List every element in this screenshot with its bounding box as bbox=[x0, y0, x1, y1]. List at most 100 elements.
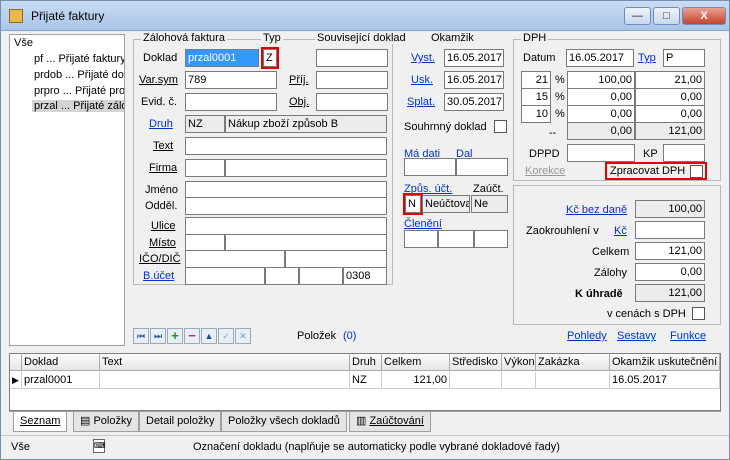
tab-zauctovani[interactable]: ▥ Zaúčtování bbox=[349, 412, 431, 432]
cell-okamzik[interactable]: 16.05.2017 bbox=[610, 372, 720, 389]
zpracovat-dph-checkbox[interactable] bbox=[690, 165, 703, 178]
tab-polozky-vsech[interactable]: Položky všech dokladů bbox=[221, 412, 347, 432]
souvisejici-field-1[interactable] bbox=[316, 49, 388, 67]
tree-item[interactable]: prpro ... Přijaté prol bbox=[34, 85, 124, 97]
delete-record-button[interactable]: − bbox=[184, 328, 200, 344]
firma-code-field[interactable] bbox=[185, 159, 225, 177]
celkem-field[interactable]: 121,00 bbox=[635, 242, 705, 260]
section-zalohova: Zálohová faktura bbox=[141, 32, 227, 44]
druh-code-field[interactable]: NZ bbox=[185, 115, 225, 133]
tab-polozky[interactable]: ▤ Položky bbox=[73, 412, 139, 432]
evid-field[interactable] bbox=[185, 93, 277, 111]
title-bar: Přijaté faktury — □ X bbox=[1, 1, 729, 31]
dph-sum-tax: 121,00 bbox=[635, 122, 705, 140]
tab-label: Položky bbox=[93, 415, 132, 427]
document-tree[interactable]: Vše pf ... Přijaté faktury prdob ... Při… bbox=[9, 34, 125, 346]
bucet-code-field[interactable]: 0308 bbox=[343, 267, 387, 285]
dal-field[interactable] bbox=[456, 158, 508, 176]
column-header-zakazka[interactable]: Zakázka bbox=[536, 354, 610, 371]
zalohy-field[interactable]: 0,00 bbox=[635, 263, 705, 281]
label-zalohy: Zálohy bbox=[594, 267, 628, 279]
cleneni-field-1[interactable] bbox=[404, 230, 438, 248]
tree-item[interactable]: prdob ... Přijaté dol bbox=[34, 69, 124, 81]
dph-base-1[interactable]: 100,00 bbox=[567, 71, 635, 89]
varsym-field[interactable]: 789 bbox=[185, 71, 277, 89]
status-bar: Vše ⌨ Označení dokladu (naplňuje se auto… bbox=[1, 435, 729, 459]
tab-label: Zaúčtování bbox=[369, 415, 424, 427]
splat-field[interactable]: 30.05.2017 bbox=[444, 93, 504, 111]
tree-root[interactable]: Vše bbox=[14, 37, 33, 49]
label-vyst: Vyst. bbox=[411, 52, 436, 64]
bucet-part2-field[interactable] bbox=[299, 267, 343, 285]
dph-base-3[interactable]: 0,00 bbox=[567, 105, 635, 123]
dph-rate-2[interactable]: 15 bbox=[521, 88, 551, 106]
last-record-button[interactable]: ⏭ bbox=[150, 328, 166, 344]
oddel-field[interactable] bbox=[185, 197, 387, 215]
column-header-stredisko[interactable]: Středisko bbox=[450, 354, 502, 371]
tree-item-selected[interactable]: przal ... Přijaté zálo bbox=[32, 100, 124, 112]
column-header-celkem[interactable]: Celkem bbox=[382, 354, 450, 371]
cell-text[interactable] bbox=[100, 372, 350, 389]
usk-field[interactable]: 16.05.2017 bbox=[444, 71, 504, 89]
firma-name-field[interactable] bbox=[225, 159, 387, 177]
label-bezdane: Kč bez daně bbox=[566, 204, 628, 216]
tab-seznam[interactable]: Seznam bbox=[13, 412, 68, 432]
column-header-okamzik[interactable]: Okamžik uskutečnění bbox=[610, 354, 720, 371]
kp-field[interactable] bbox=[663, 144, 705, 162]
vyst-field[interactable]: 16.05.2017 bbox=[444, 49, 504, 67]
sestavy-link[interactable]: Sestavy bbox=[617, 330, 656, 342]
label-dppd: DPPD bbox=[529, 148, 560, 160]
korekce-link[interactable]: Korekce bbox=[525, 165, 565, 177]
vcenach-checkbox[interactable] bbox=[692, 307, 705, 320]
add-record-button[interactable]: + bbox=[167, 328, 183, 344]
dph-base-2[interactable]: 0,00 bbox=[567, 88, 635, 106]
obj-field[interactable] bbox=[316, 93, 388, 111]
first-record-button[interactable]: ⏮ bbox=[133, 328, 149, 344]
dph-rate-3[interactable]: 10 bbox=[521, 105, 551, 123]
column-header-text[interactable]: Text bbox=[100, 354, 350, 371]
label-cleneni: Členění bbox=[404, 218, 442, 230]
label-text: Text bbox=[153, 140, 174, 152]
bucet-field[interactable] bbox=[185, 267, 265, 285]
close-button[interactable]: X bbox=[682, 7, 726, 25]
cell-druh[interactable]: NZ bbox=[350, 372, 382, 389]
funkce-link[interactable]: Funkce bbox=[670, 330, 706, 342]
cleneni-field-3[interactable] bbox=[474, 230, 508, 248]
pohledy-link[interactable]: Pohledy bbox=[567, 330, 607, 342]
dph-rate-1[interactable]: 21 bbox=[521, 71, 551, 89]
cell-stredisko[interactable] bbox=[450, 372, 502, 389]
tree-item[interactable]: pf ... Přijaté faktury bbox=[34, 53, 124, 65]
column-header-doklad[interactable]: Doklad bbox=[22, 354, 100, 371]
move-up-button[interactable]: ▲ bbox=[201, 328, 217, 344]
cell-celkem[interactable]: 121,00 bbox=[382, 372, 450, 389]
ico-field[interactable] bbox=[185, 250, 285, 268]
prij-field[interactable] bbox=[316, 71, 388, 89]
column-header-vykon[interactable]: Výkon bbox=[502, 354, 536, 371]
ulice-field[interactable] bbox=[185, 217, 387, 235]
confirm-button[interactable]: ✓ bbox=[218, 328, 234, 344]
text-field[interactable] bbox=[185, 137, 387, 155]
dph-typ-field[interactable]: P bbox=[663, 49, 705, 67]
dph-datum-field[interactable]: 16.05.2017 bbox=[566, 49, 634, 67]
doklad-field[interactable]: przal0001 bbox=[185, 49, 259, 67]
dph-tax-1[interactable]: 21,00 bbox=[635, 71, 705, 89]
documents-grid[interactable]: Doklad Text Druh Celkem Středisko Výkon … bbox=[9, 353, 721, 411]
dph-tax-3[interactable]: 0,00 bbox=[635, 105, 705, 123]
tab-detail-polozky[interactable]: Detail položky bbox=[139, 412, 222, 432]
cancel-button[interactable]: ✕ bbox=[235, 328, 251, 344]
cell-vykon[interactable] bbox=[502, 372, 536, 389]
cleneni-field-2[interactable] bbox=[438, 230, 474, 248]
list-icon: ▤ bbox=[80, 415, 94, 427]
zaokr-field[interactable] bbox=[635, 221, 705, 239]
minimize-button[interactable]: — bbox=[624, 7, 651, 25]
bucet-part-field[interactable] bbox=[265, 267, 299, 285]
dic-field[interactable] bbox=[285, 250, 387, 268]
maximize-button[interactable]: □ bbox=[653, 7, 680, 25]
column-header-druh[interactable]: Druh bbox=[350, 354, 382, 371]
cell-zakazka[interactable] bbox=[536, 372, 610, 389]
cell-doklad[interactable]: przal0001 bbox=[22, 372, 100, 389]
dph-tax-2[interactable]: 0,00 bbox=[635, 88, 705, 106]
souhrnny-checkbox[interactable] bbox=[494, 120, 507, 133]
dppd-field[interactable] bbox=[567, 144, 635, 162]
madati-field[interactable] bbox=[404, 158, 456, 176]
